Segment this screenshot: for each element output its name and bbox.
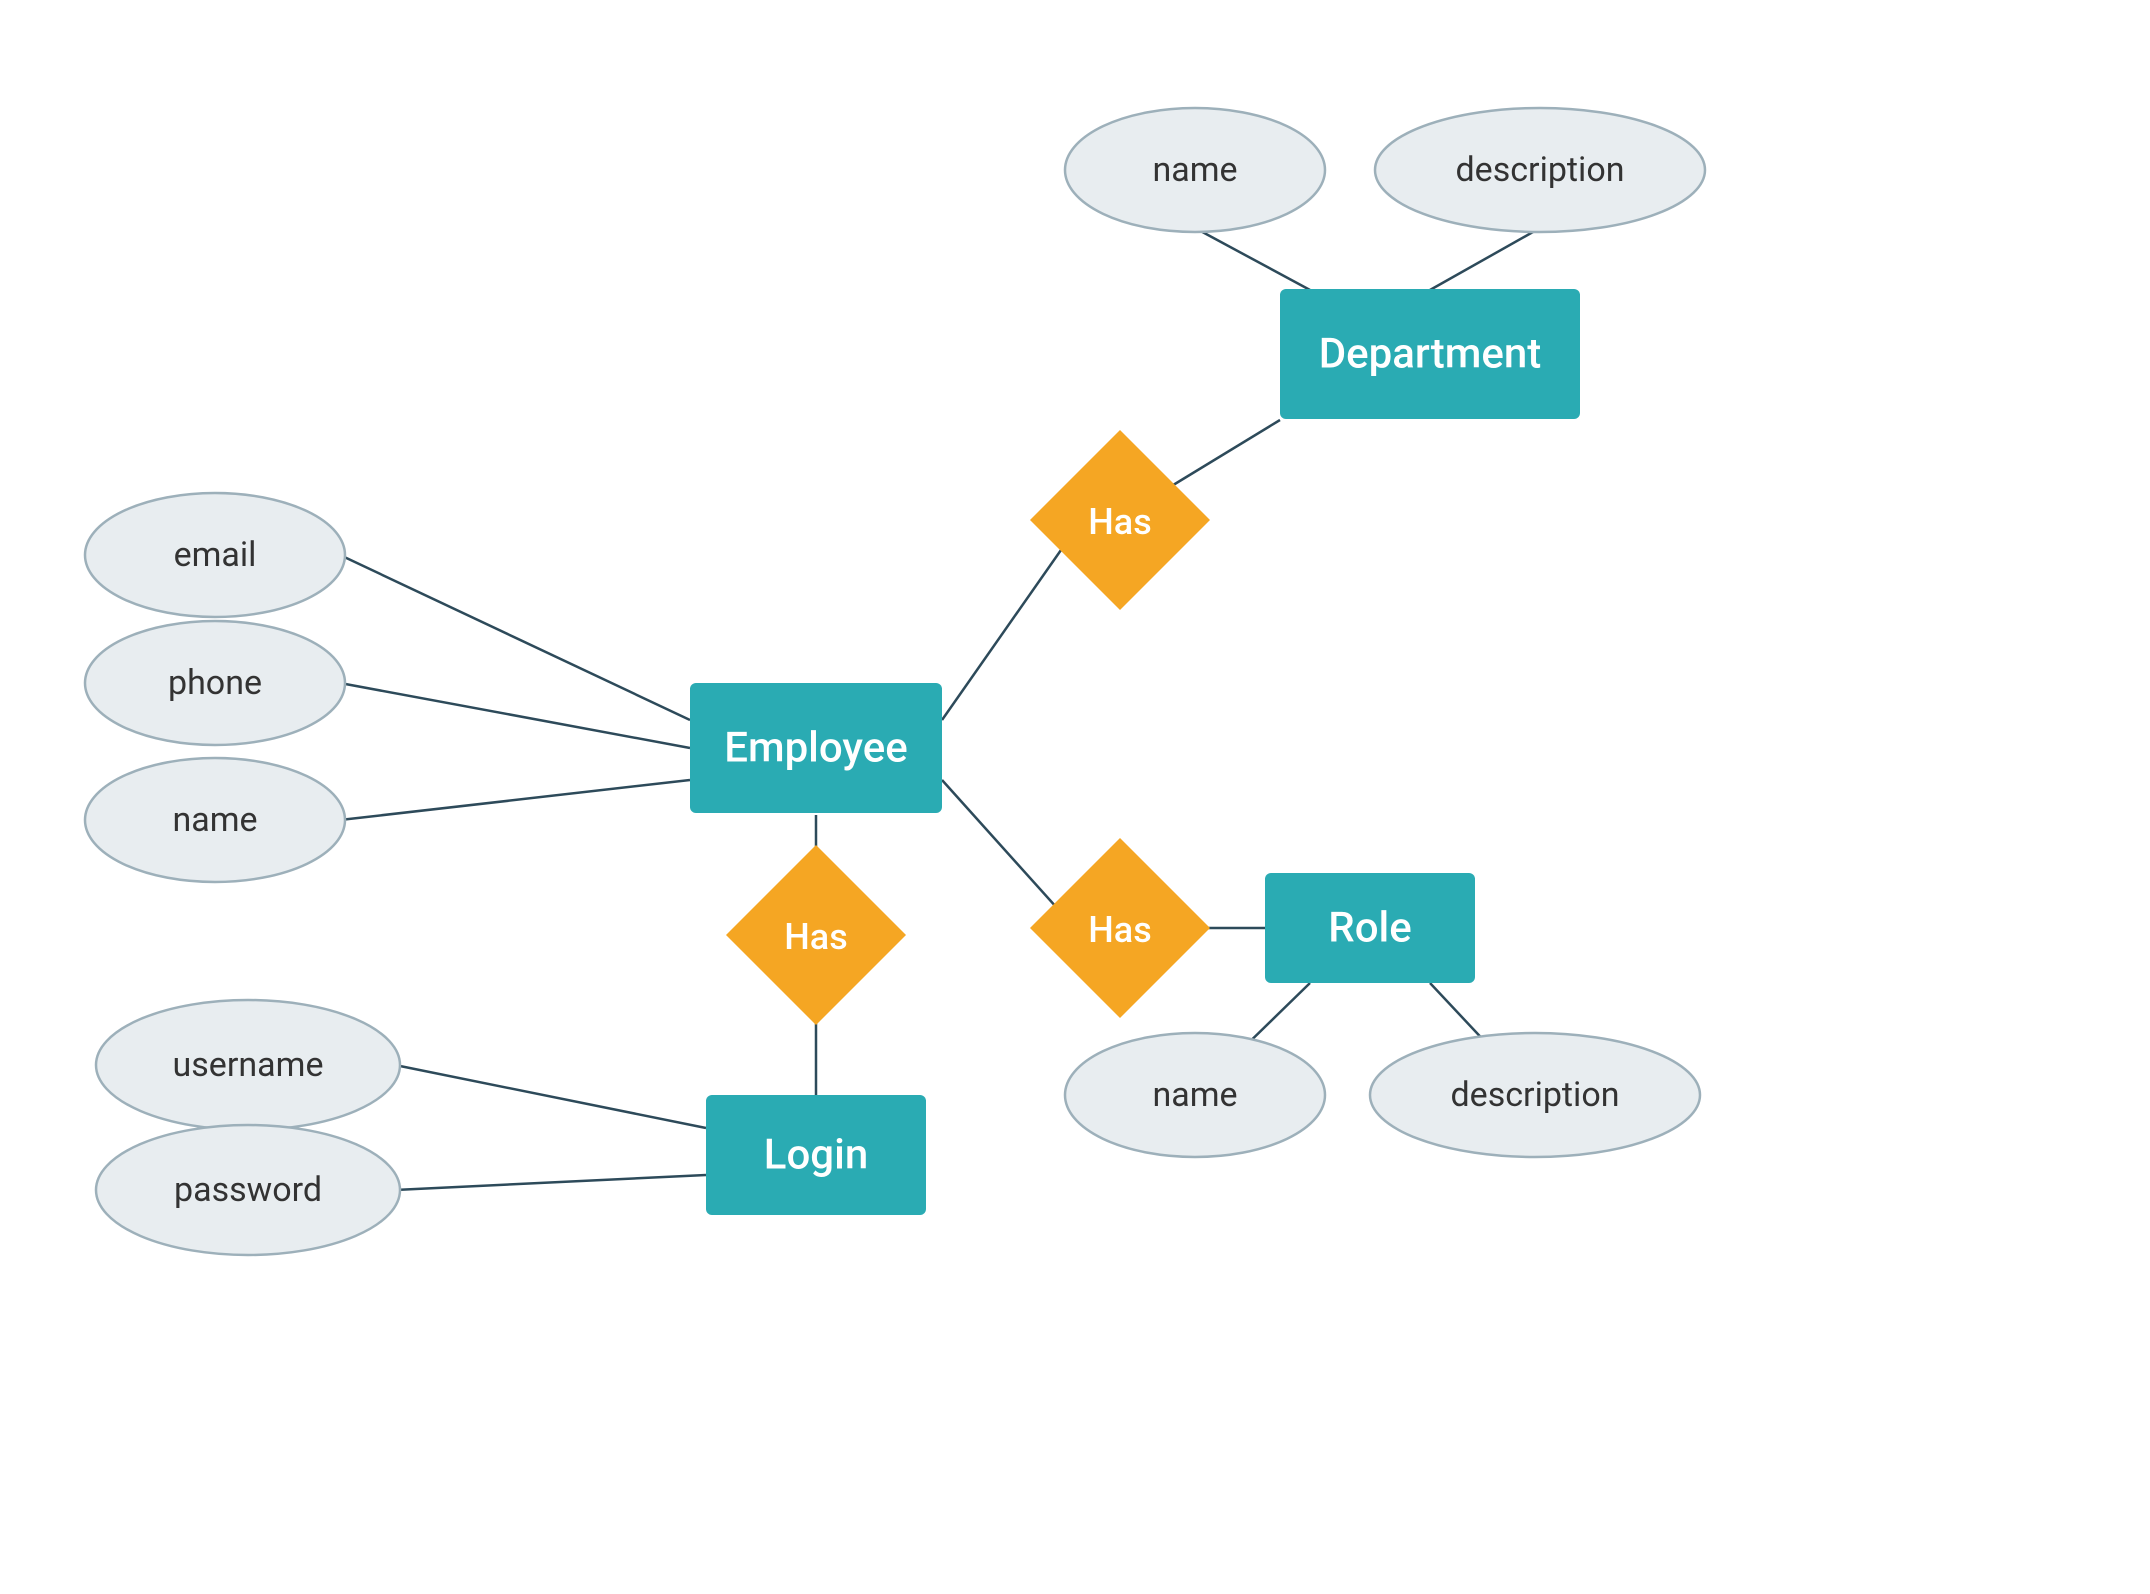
connector-phone [340, 683, 690, 748]
entity-employee-label: Employee [724, 724, 907, 773]
connector-hasdept-dept [1165, 420, 1280, 490]
entity-login-label: Login [764, 1131, 868, 1180]
attr-emp-name-label: name [172, 800, 257, 840]
connector-dept-desc [1430, 228, 1540, 290]
attr-role-name-label: name [1152, 1075, 1237, 1115]
rel-has-login-label: Has [784, 916, 847, 958]
connector-login-username [395, 1065, 706, 1128]
er-diagram: email phone name name description userna… [0, 0, 2150, 1594]
entity-role-label: Role [1328, 904, 1411, 953]
connector-emp-hasdept [942, 530, 1075, 720]
attr-dept-name-label: name [1152, 150, 1237, 190]
attr-password-label: password [174, 1170, 322, 1210]
rel-has-dept-label: Has [1088, 501, 1151, 543]
attr-username-label: username [173, 1045, 324, 1085]
connector-login-password [395, 1175, 706, 1190]
attr-role-desc-label: description [1451, 1075, 1620, 1115]
connector-dept-name [1195, 228, 1310, 290]
rel-has-role-label: Has [1088, 909, 1151, 951]
attr-phone-label: phone [168, 663, 262, 703]
connector-email [340, 555, 690, 720]
attr-dept-desc-label: description [1456, 150, 1625, 190]
connector-name-emp [340, 780, 690, 820]
entity-department-label: Department [1319, 330, 1541, 379]
attr-email-label: email [174, 535, 257, 575]
